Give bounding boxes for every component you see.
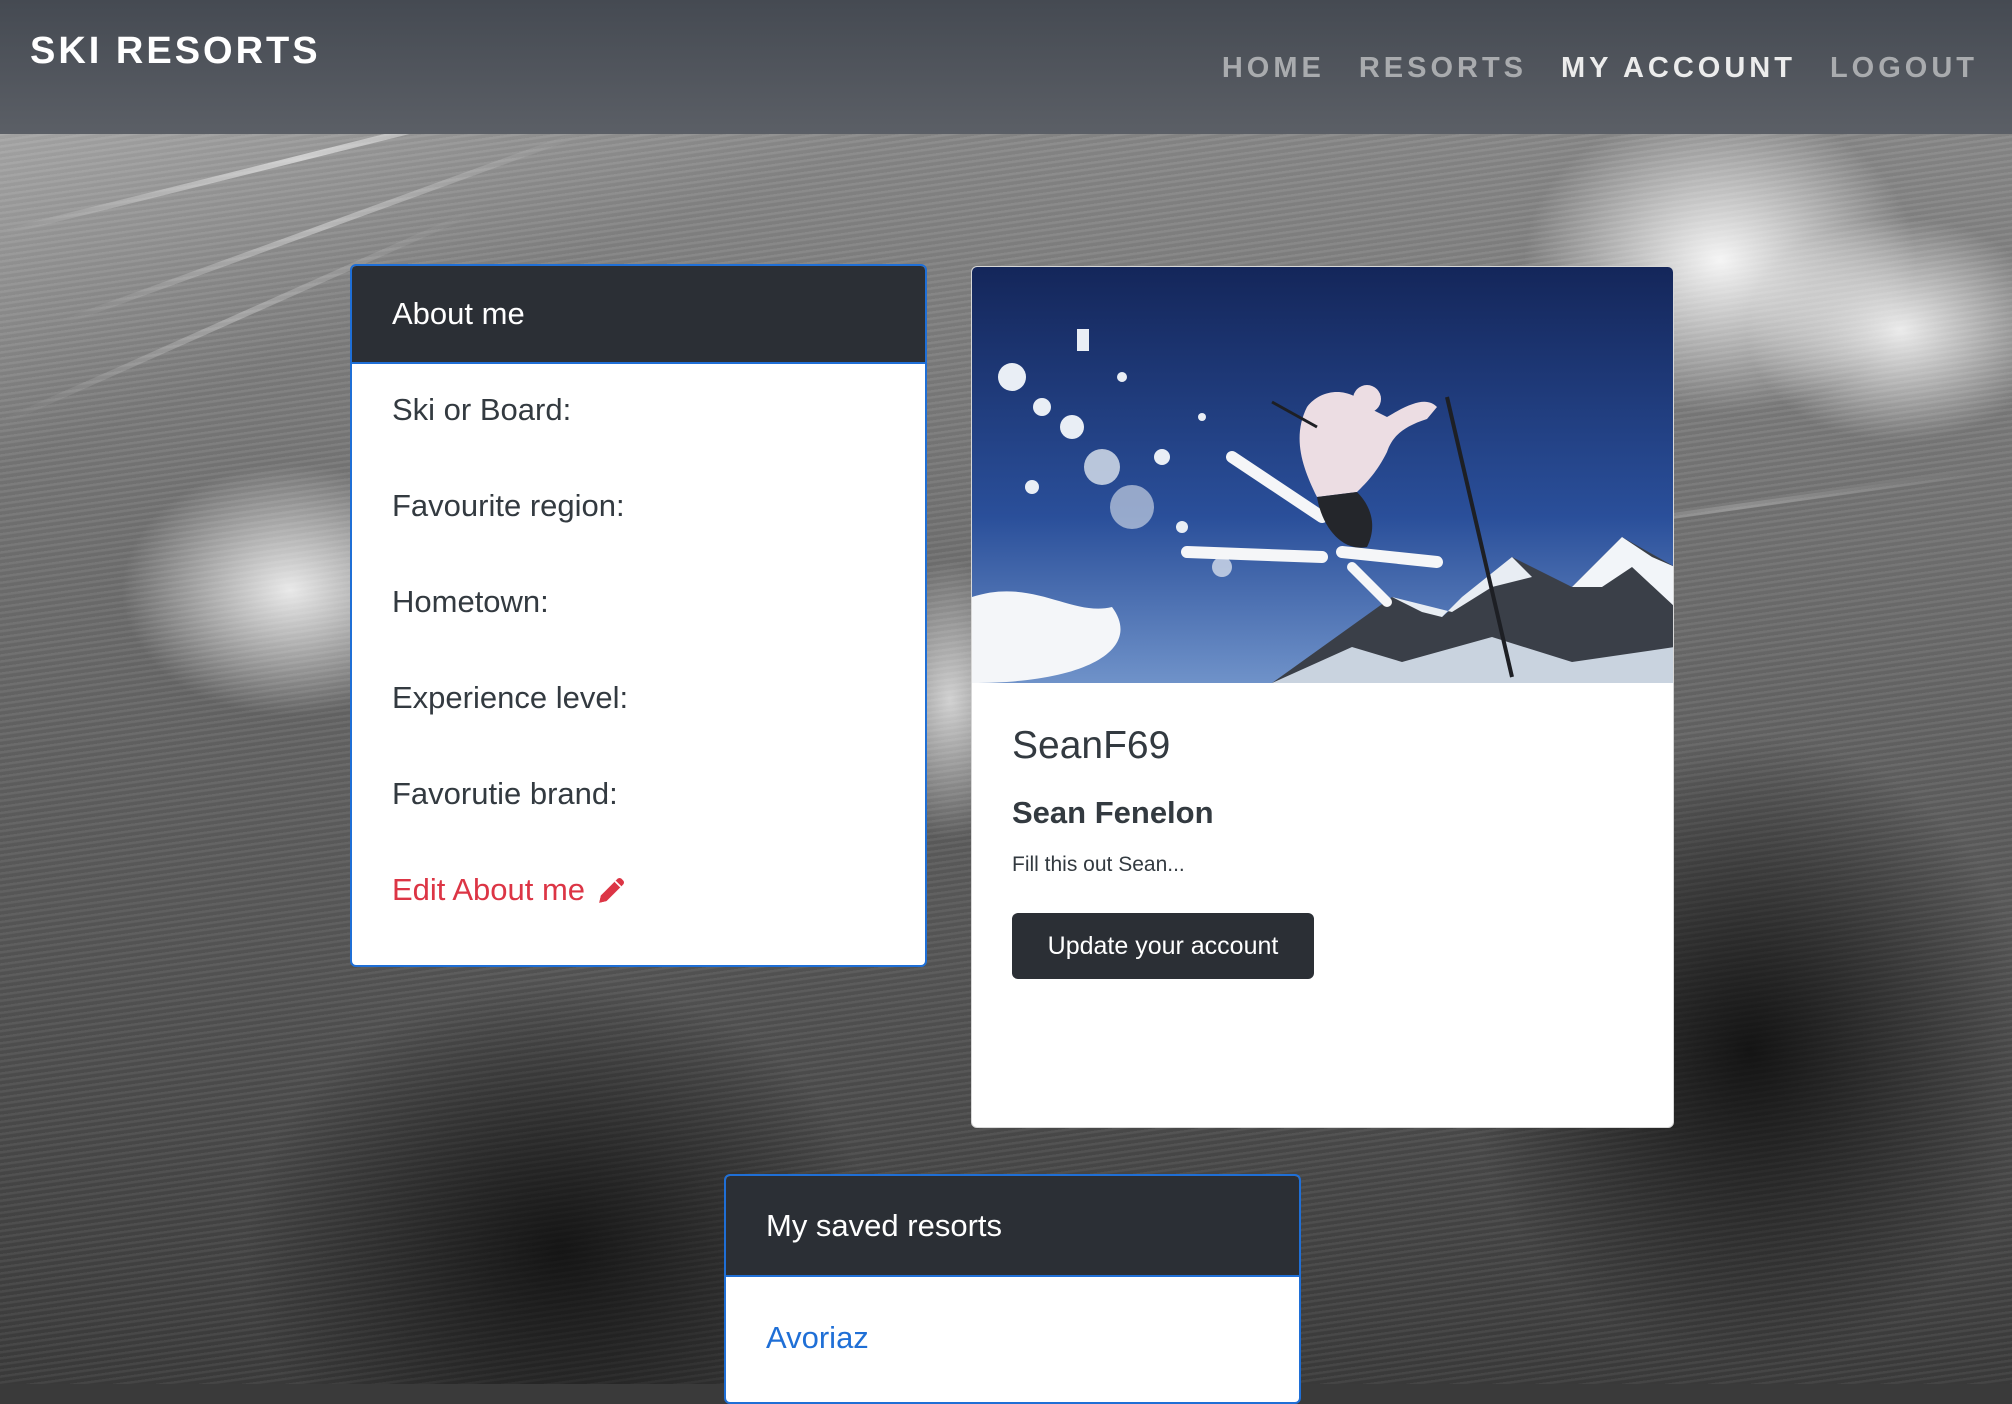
brand-logo[interactable]: SKI RESORTS [30,30,321,73]
field-favourite-brand: Favorutie brand: [392,776,618,811]
saved-resorts-title: My saved resorts [726,1176,1299,1277]
skier-jumping-photo [972,267,1673,683]
saved-resorts-card: My saved resorts Avoriaz [724,1174,1301,1404]
edit-about-me-label: Edit About me [392,872,586,907]
profile-bio: Fill this out Sean... [1012,853,1185,876]
saved-resort-link[interactable]: Avoriaz [766,1320,869,1356]
profile-card: SeanF69 Sean Fenelon Fill this out Sean.… [971,266,1674,1128]
nav-my-account[interactable]: MY ACCOUNT [1561,52,1796,85]
field-favourite-region: Favourite region: [392,488,625,523]
pencil-icon [599,877,625,903]
edit-about-me-link[interactable]: Edit About me [392,872,629,908]
about-me-card: About me Ski or Board: Favourite region:… [350,264,927,967]
update-account-button[interactable]: Update your account [1012,913,1314,979]
nav-links: HOME RESORTS MY ACCOUNT LOGOUT [1222,52,1978,85]
about-me-title: About me [352,266,925,364]
field-experience-level: Experience level: [392,680,629,715]
nav-resorts[interactable]: RESORTS [1359,52,1527,85]
nav-home[interactable]: HOME [1222,52,1325,85]
navbar: SKI RESORTS HOME RESORTS MY ACCOUNT LOGO… [0,0,2012,134]
field-ski-or-board: Ski or Board: [392,392,572,427]
field-hometown: Hometown: [392,584,549,619]
nav-logout[interactable]: LOGOUT [1830,52,1978,85]
profile-full-name: Sean Fenelon [1012,795,1214,830]
profile-username: SeanF69 [1012,724,1171,767]
